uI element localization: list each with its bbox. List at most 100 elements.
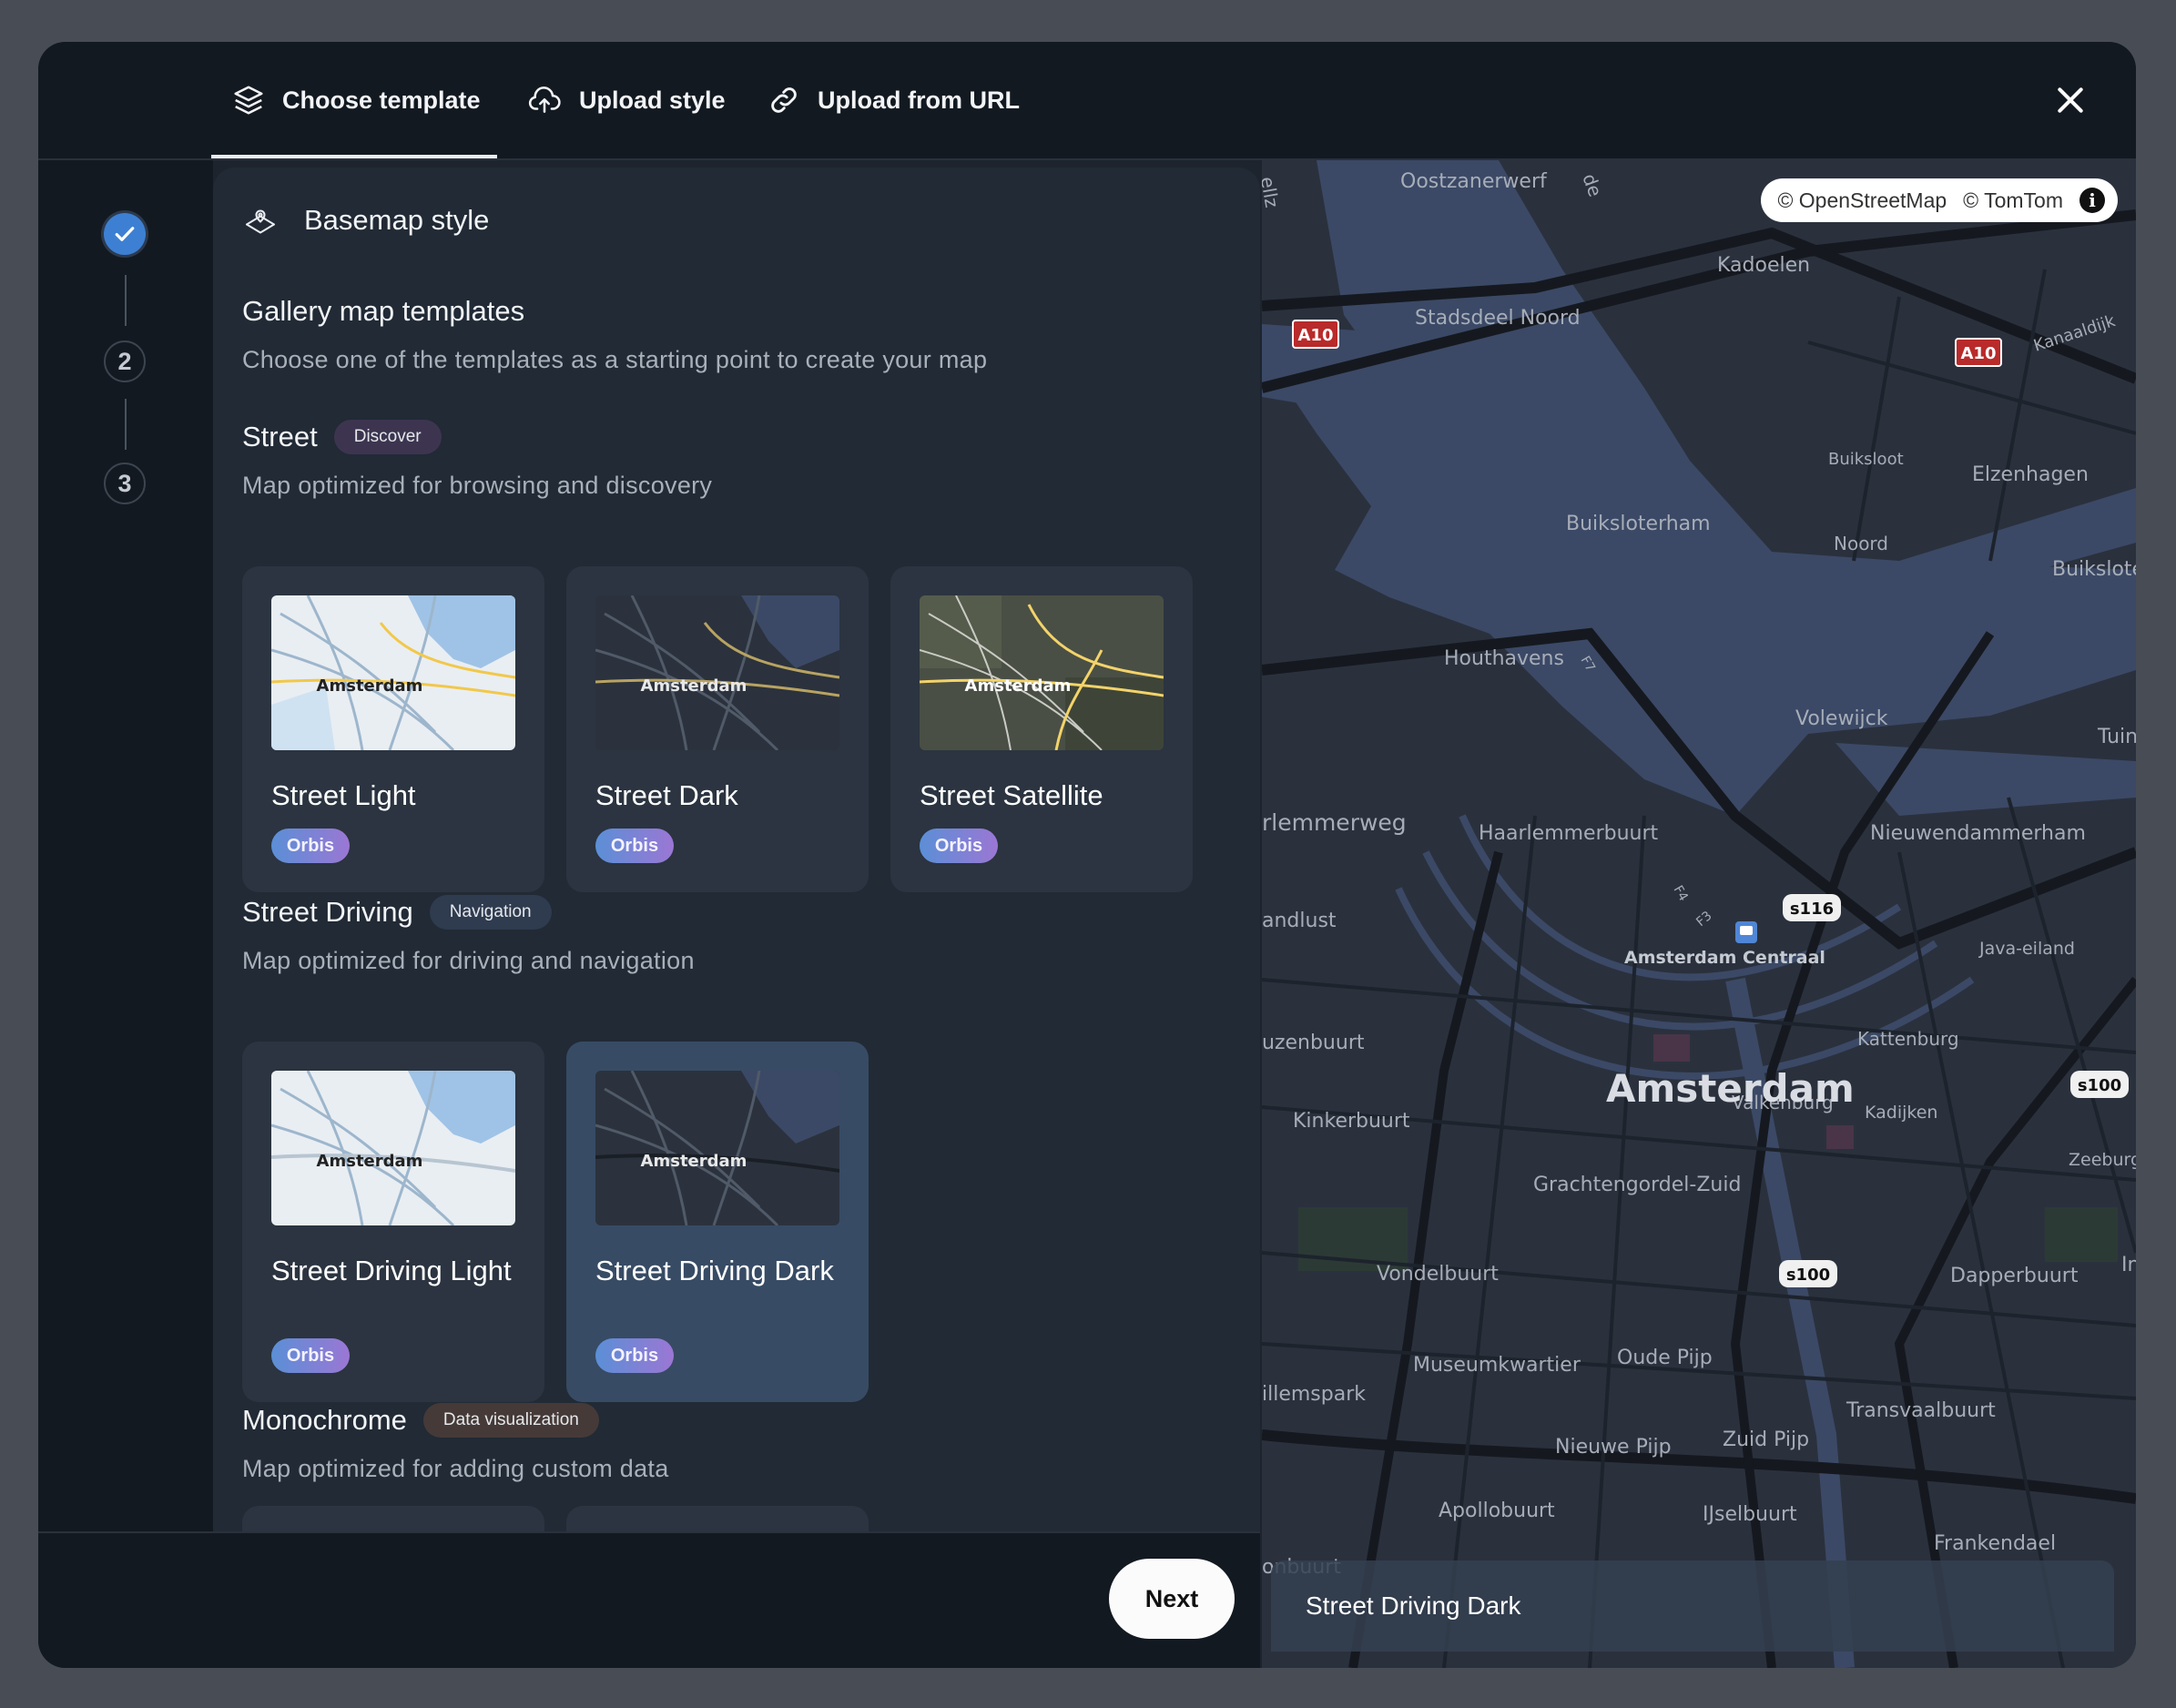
highway-shield: A10 (1298, 326, 1334, 345)
tomtom-attribution[interactable]: © TomTom (1963, 188, 2063, 213)
svg-text:Museumkwartier: Museumkwartier (1413, 1354, 1581, 1377)
road-shield: s100 (2078, 1076, 2121, 1095)
info-icon[interactable]: i (2079, 188, 2105, 213)
svg-text:IJselbuurt: IJselbuurt (1703, 1503, 1797, 1526)
panel-heading-label: Basemap style (304, 204, 490, 236)
svg-text:rlemmerweg: rlemmerweg (1262, 809, 1407, 836)
svg-text:Houthavens: Houthavens (1444, 647, 1564, 670)
svg-text:Dapperbuurt: Dapperbuurt (1950, 1265, 2079, 1287)
step-3[interactable]: 3 (104, 463, 146, 504)
template-card-street-dark[interactable]: Amsterdam Street Dark Orbis (566, 566, 869, 892)
map-thumbnail: Amsterdam (920, 595, 1164, 750)
svg-text:andlust: andlust (1262, 910, 1337, 932)
template-card-street-satellite[interactable]: Amsterdam Street Satellite Orbis (890, 566, 1193, 892)
orbis-badge: Orbis (595, 829, 674, 863)
tab-upload-from-url[interactable]: Upload from URL (767, 42, 1020, 158)
card-title: Street Driving Dark (595, 1255, 834, 1286)
road-shield: s100 (1786, 1266, 1830, 1285)
gallery-title: Gallery map templates (242, 295, 525, 327)
thumb-city-label: Amsterdam (641, 676, 747, 696)
tab-label: Choose template (282, 86, 481, 114)
svg-text:Buiksloot: Buiksloot (1828, 450, 1904, 469)
svg-text:Noord: Noord (1834, 533, 1888, 554)
next-button[interactable]: Next (1109, 1559, 1235, 1639)
section-title: Street Driving (242, 896, 413, 928)
card-title: Street Light (271, 779, 416, 811)
orbis-badge: Orbis (271, 1338, 350, 1373)
card-title: Street Driving Light (271, 1255, 512, 1286)
svg-text:Frankendael: Frankendael (1934, 1532, 2056, 1555)
navigation-badge: Navigation (429, 895, 552, 930)
section-title: Monochrome (242, 1404, 407, 1436)
thumb-city-label: Amsterdam (641, 1152, 747, 1171)
discover-badge: Discover (333, 420, 442, 454)
step-connector (125, 275, 127, 326)
svg-text:Nieuwendammerham: Nieuwendammerham (1870, 822, 2086, 845)
orbis-badge: Orbis (920, 829, 998, 863)
tab-label: Upload style (579, 86, 726, 114)
svg-text:Kattenburg: Kattenburg (1857, 1028, 1959, 1050)
card-title: Street Satellite (920, 779, 1103, 811)
template-panel: Basemap style Gallery map templates Choo… (213, 168, 1260, 1531)
step-1-complete[interactable] (104, 213, 146, 255)
thumb-city-label: Amsterdam (965, 676, 1072, 696)
svg-text:Vondelbuurt: Vondelbuurt (1377, 1263, 1499, 1286)
svg-text:In: In (2121, 1254, 2136, 1276)
map-thumbnail: Amsterdam (595, 595, 839, 750)
thumb-city-label: Amsterdam (317, 1152, 423, 1171)
template-card-street-driving-light[interactable]: Amsterdam Street Driving Light Orbis (242, 1042, 544, 1402)
template-card-street-driving-dark[interactable]: Amsterdam Street Driving Dark Orbis (566, 1042, 869, 1402)
basemap-icon (245, 209, 276, 234)
template-card-partial[interactable] (242, 1506, 544, 1531)
svg-text:Haarlemmerbuurt: Haarlemmerbuurt (1479, 822, 1659, 845)
section-monochrome-title: Monochrome Data visualization (242, 1403, 599, 1438)
layers-icon (234, 86, 263, 115)
orbis-badge: Orbis (271, 829, 350, 863)
svg-text:Java-eiland: Java-eiland (1978, 939, 2075, 959)
section-description: Map optimized for driving and navigation (242, 947, 695, 974)
svg-text:Grachtengordel-Zuid: Grachtengordel-Zuid (1533, 1174, 1741, 1196)
svg-text:Transvaalbuurt: Transvaalbuurt (1846, 1399, 1996, 1422)
gallery-subtitle: Choose one of the templates as a startin… (242, 346, 988, 373)
svg-text:Zuid Pijp: Zuid Pijp (1723, 1428, 1809, 1451)
highway-shield: A10 (1961, 344, 1997, 363)
section-street-title: Street Discover (242, 420, 442, 454)
selected-style-label: Street Driving Dark (1271, 1561, 2114, 1652)
svg-text:Oude Pijp: Oude Pijp (1617, 1347, 1713, 1369)
step-connector (125, 399, 127, 450)
svg-text:Tuin: Tuin (2097, 726, 2136, 748)
section-description: Map optimized for browsing and discovery (242, 472, 713, 499)
dialog-header: Choose template Upload style Upload from… (38, 42, 2136, 160)
check-icon (115, 227, 135, 241)
svg-text:Volewijck: Volewijck (1795, 707, 1888, 730)
map-thumbnail: Amsterdam (271, 1071, 515, 1225)
orbis-badge: Orbis (595, 1338, 674, 1373)
svg-text:Zeeburg: Zeeburg (2069, 1150, 2136, 1170)
card-title: Street Dark (595, 779, 738, 811)
svg-text:Kadijken: Kadijken (1865, 1103, 1937, 1123)
panel-heading: Basemap style (244, 204, 489, 237)
template-card-street-light[interactable]: Amsterdam Street Light Orbis (242, 566, 544, 892)
svg-text:Elzenhagen: Elzenhagen (1972, 463, 2089, 486)
svg-text:Buiksloter: Buiksloter (2052, 558, 2136, 581)
svg-text:Amsterdam Centraal: Amsterdam Centraal (1624, 948, 1825, 968)
road-shield: s116 (1790, 900, 1834, 919)
template-card-partial[interactable] (566, 1506, 869, 1531)
template-dialog: Choose template Upload style Upload from… (38, 42, 2136, 1668)
map-thumbnail: Amsterdam (595, 1071, 839, 1225)
step-2[interactable]: 2 (104, 341, 146, 382)
close-icon[interactable] (2052, 82, 2089, 118)
tab-choose-template[interactable]: Choose template (211, 42, 497, 158)
cloud-upload-icon (528, 86, 561, 113)
tab-upload-style[interactable]: Upload style (526, 42, 726, 158)
map-preview[interactable]: Oostzanerwerf Kadoelen Stadsdeel Noord K… (1262, 160, 2136, 1668)
svg-text:Buiksloterham: Buiksloterham (1566, 513, 1711, 535)
dialog-footer (38, 1531, 1260, 1668)
map-attribution: © OpenStreetMap © TomTom i (1761, 178, 2118, 222)
svg-text:Nieuwe Pijp: Nieuwe Pijp (1555, 1436, 1672, 1459)
svg-text:illemspark: illemspark (1262, 1383, 1366, 1406)
section-title: Street (242, 421, 318, 452)
section-description: Map optimized for adding custom data (242, 1455, 669, 1482)
map-thumbnail: Amsterdam (271, 595, 515, 750)
osm-attribution[interactable]: © OpenStreetMap (1777, 188, 1947, 213)
